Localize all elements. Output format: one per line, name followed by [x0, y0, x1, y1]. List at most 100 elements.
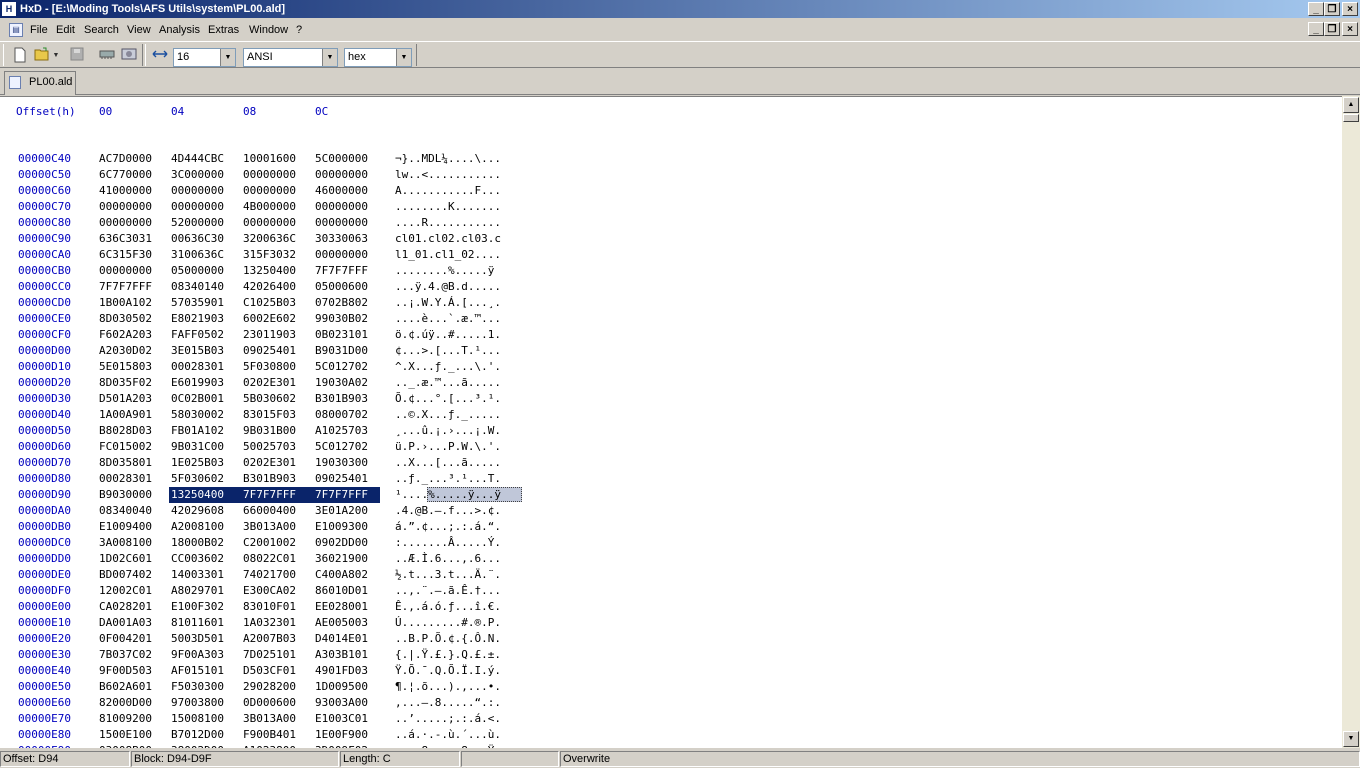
hex-byte-group[interactable]: 3200636C: [243, 232, 296, 246]
hex-byte-group[interactable]: A8029701: [171, 584, 224, 598]
hex-byte-group[interactable]: 97003800: [171, 696, 224, 710]
hex-byte-group[interactable]: 81011601: [171, 616, 224, 630]
hex-byte-group[interactable]: 5C000000: [315, 152, 368, 166]
hex-byte-group[interactable]: 3E01A200: [315, 504, 368, 518]
text-column[interactable]: A...........F...: [395, 184, 501, 198]
hex-byte-group[interactable]: DA001A03: [99, 616, 152, 630]
text-column[interactable]: ....è...`.æ.™...: [395, 312, 501, 326]
text-column[interactable]: ‚...—.8.....“.:.: [395, 696, 501, 710]
hex-byte-group[interactable]: 1E00F900: [315, 728, 368, 742]
open-file-icon[interactable]: [33, 47, 51, 65]
hex-byte-group[interactable]: F602A203: [99, 328, 152, 342]
disk-icon[interactable]: [120, 47, 138, 65]
hex-byte-group[interactable]: 636C3031: [99, 232, 152, 246]
hex-byte-group[interactable]: 1E025B03: [171, 456, 224, 470]
text-column[interactable]: ½.t...3.t...Ä.¨.: [395, 568, 501, 582]
hex-byte-group[interactable]: 82000D00: [99, 696, 152, 710]
hex-byte-group[interactable]: E8021903: [171, 312, 224, 326]
hex-byte-group[interactable]: 8D030502: [99, 312, 152, 326]
hex-byte-group[interactable]: 00000000: [243, 184, 296, 198]
hex-byte-group[interactable]: C2001002: [243, 536, 296, 550]
new-file-icon[interactable]: [11, 47, 29, 65]
text-column[interactable]: ..‹.8.-.¡.8.=.Ÿ.: [395, 744, 501, 748]
hex-byte-group[interactable]: 8D035F02: [99, 376, 152, 390]
hex-byte-group[interactable]: 00000000: [99, 216, 152, 230]
hex-byte-group[interactable]: 0F004201: [99, 632, 152, 646]
hex-byte-group[interactable]: 7D025101: [243, 648, 296, 662]
hex-byte-group[interactable]: 09025401: [243, 344, 296, 358]
hex-byte-group[interactable]: 00000000: [99, 264, 152, 278]
scroll-down-icon[interactable]: ▼: [1343, 731, 1359, 747]
hex-byte-group[interactable]: 6C315F30: [99, 248, 152, 262]
hex-byte-group[interactable]: 0D000600: [243, 696, 296, 710]
hex-byte-group[interactable]: 66000400: [243, 504, 296, 518]
doc-close-button[interactable]: ×: [1342, 22, 1358, 36]
tab-pl00-ald[interactable]: PL00.ald: [4, 71, 76, 95]
hex-byte-group[interactable]: 00000000: [171, 200, 224, 214]
menu-help[interactable]: ?: [296, 23, 302, 37]
save-icon[interactable]: [68, 47, 86, 65]
hex-byte-group[interactable]: EE028001: [315, 600, 368, 614]
hex-byte-group[interactable]: 00636C30: [171, 232, 224, 246]
text-column[interactable]: ........%.....ÿ: [395, 264, 494, 278]
hex-byte-group[interactable]: 1A00A901: [99, 408, 152, 422]
hex-editor[interactable]: Offset(h) 00 04 08 0C 00000C40 AC7D0000 4D…: [0, 96, 1342, 748]
bytes-per-row-select[interactable]: 16 ▼: [173, 48, 236, 67]
hex-byte-group[interactable]: 7F7F7FFF: [99, 280, 152, 294]
hex-byte-group[interactable]: A2030D02: [99, 344, 152, 358]
text-column[interactable]: Ê.‚.á.ó.ƒ...î.€.: [395, 600, 501, 614]
hex-byte-group[interactable]: 09025401: [315, 472, 368, 486]
hex-byte-group[interactable]: CC003602: [171, 552, 224, 566]
hex-byte-group[interactable]: 5C012702: [315, 360, 368, 374]
hex-byte-group[interactable]: A2007B03: [243, 632, 296, 646]
hex-byte-group[interactable]: 9F00A303: [171, 648, 224, 662]
status-mode[interactable]: Overwrite: [560, 751, 1360, 767]
text-column[interactable]: Õ.¢...°.[...³.¹.: [395, 392, 501, 406]
hex-byte-group[interactable]: E1009300: [315, 520, 368, 534]
hex-byte-group[interactable]: AF015101: [171, 664, 224, 678]
text-column[interactable]: ¬}..MDL¼....\...: [395, 152, 501, 166]
text-column[interactable]: ¶.¦.õ...).‚...•.: [395, 680, 501, 694]
hex-byte-group[interactable]: 7F7F7FFF: [315, 264, 368, 278]
hex-byte-group[interactable]: 3B013A00: [243, 520, 296, 534]
hex-byte-group[interactable]: 1D02C601: [99, 552, 152, 566]
doc-restore-button[interactable]: ❐: [1324, 22, 1340, 36]
hex-byte-group[interactable]: 315F3032: [243, 248, 296, 262]
hex-byte-group[interactable]: 57035901: [171, 296, 224, 310]
hex-byte-group[interactable]: E6019903: [171, 376, 224, 390]
hex-byte-group[interactable]: 74021700: [243, 568, 296, 582]
hex-byte-group[interactable]: 99030B02: [315, 312, 368, 326]
hex-byte-group[interactable]: 0B023101: [315, 328, 368, 342]
text-column[interactable]: ...ÿ.4.@B.d.....: [395, 280, 501, 294]
hex-byte-group[interactable]: 00000000: [243, 168, 296, 182]
text-column[interactable]: .._.æ.™...ã.....: [395, 376, 501, 390]
hex-byte-group[interactable]: 6C770000: [99, 168, 152, 182]
hex-byte-group[interactable]: 14003301: [171, 568, 224, 582]
text-column[interactable]: ..¡.W.Y.Á.[...¸.: [395, 296, 501, 310]
hex-byte-group[interactable]: 12002C01: [99, 584, 152, 598]
chevron-down-icon[interactable]: ▼: [396, 49, 411, 66]
hex-byte-group[interactable]: A2008100: [171, 520, 224, 534]
hex-byte-group[interactable]: 81009200: [99, 712, 152, 726]
hex-byte-group[interactable]: D501A203: [99, 392, 152, 406]
document-system-icon[interactable]: ▤: [9, 23, 23, 37]
text-column[interactable]: ü.P.›...P.W.\.'.: [395, 440, 501, 454]
hex-byte-group[interactable]: 00000000: [315, 216, 368, 230]
menu-edit[interactable]: Edit: [56, 23, 75, 37]
open-dropdown-arrow-icon[interactable]: ▼: [51, 47, 61, 65]
text-column[interactable]: ..Æ.Ì.6...,.6...: [395, 552, 501, 566]
hex-byte-group[interactable]: B8028D03: [99, 424, 152, 438]
hex-byte-group[interactable]: AE005003: [315, 616, 368, 630]
hex-byte-group[interactable]: B301B903: [315, 392, 368, 406]
hex-byte-group[interactable]: B301B903: [243, 472, 296, 486]
text-column[interactable]: l1_01.cl1_02....: [395, 248, 501, 262]
text-column[interactable]: ..,.¨.—.ã.Ê.†...: [395, 584, 501, 598]
close-button[interactable]: ×: [1342, 2, 1358, 16]
hex-byte-group[interactable]: AC7D0000: [99, 152, 152, 166]
hex-byte-group[interactable]: E300CA02: [243, 584, 296, 598]
hex-byte-group[interactable]: 05000600: [315, 280, 368, 294]
menu-view[interactable]: View: [127, 23, 151, 37]
hex-byte-group[interactable]: 83015F03: [243, 408, 296, 422]
hex-byte-group[interactable]: 00000000: [99, 200, 152, 214]
offset-base-select[interactable]: hex ▼: [344, 48, 412, 67]
